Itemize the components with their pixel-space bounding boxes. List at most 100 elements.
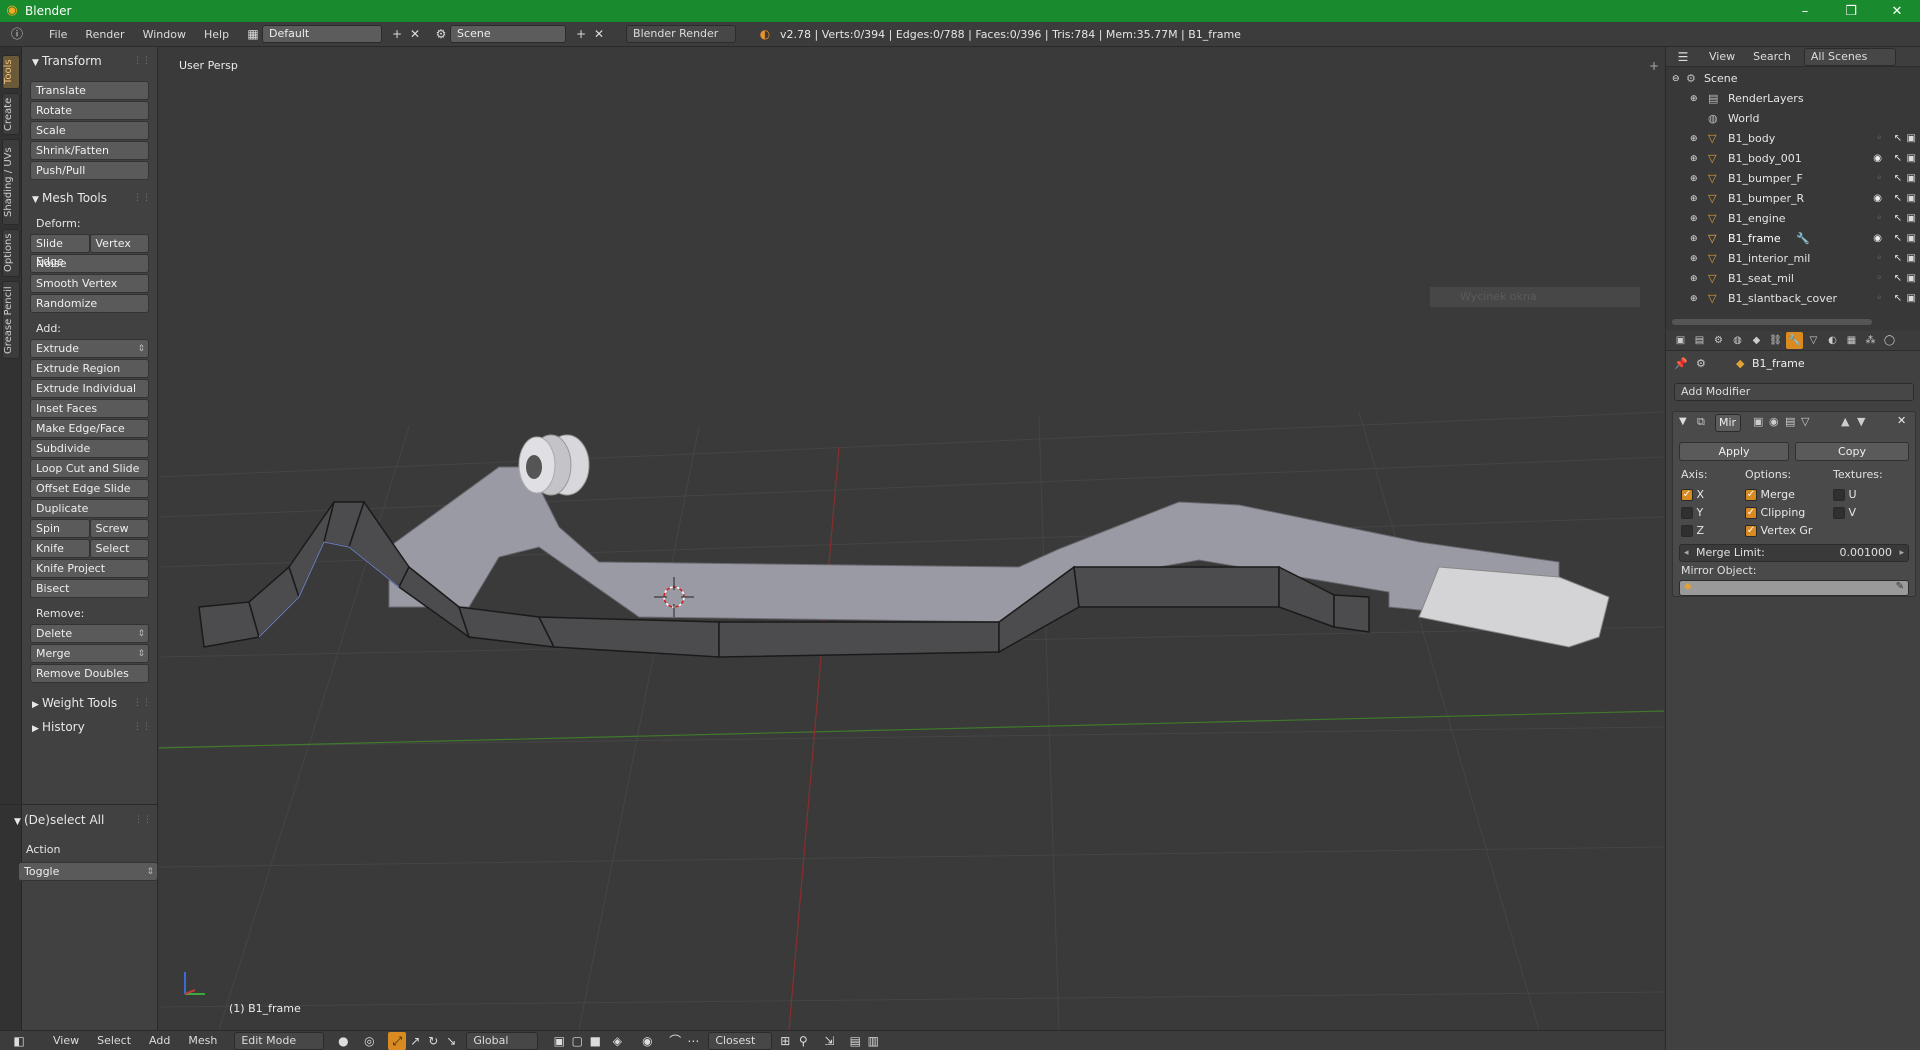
- menu-mesh[interactable]: Mesh: [179, 1034, 226, 1047]
- expand-icon[interactable]: ⊕: [1690, 169, 1698, 189]
- snap-project-icon[interactable]: ⚲: [794, 1032, 812, 1050]
- data-tab-icon[interactable]: ▽: [1805, 332, 1822, 349]
- render-engine-select[interactable]: Blender Render: [626, 25, 737, 43]
- layout-field[interactable]: Default: [262, 25, 383, 43]
- maximize-button[interactable]: ❐: [1828, 4, 1874, 19]
- particles-tab-icon[interactable]: ⁂: [1862, 332, 1879, 349]
- move-up-icon[interactable]: ▲: [1841, 415, 1849, 428]
- knife-button[interactable]: Knife: [30, 539, 90, 558]
- snap-target-select[interactable]: Closest: [708, 1031, 773, 1050]
- editmode-display-icon[interactable]: ▣: [1753, 415, 1763, 428]
- info-editor-icon[interactable]: ⓘ: [8, 25, 26, 43]
- scene-icon[interactable]: ⚙: [432, 25, 450, 43]
- snap-element-icon[interactable]: ⋯: [684, 1032, 702, 1050]
- snap-toggle-icon[interactable]: ⌒: [666, 1032, 684, 1050]
- outliner-row-b1-bumper-f[interactable]: ⊕ ▽ B1_bumper_F ◦ ↖ ▣: [1666, 169, 1920, 189]
- outliner-display-select[interactable]: All Scenes: [1803, 47, 1896, 66]
- menu-select[interactable]: Select: [88, 1034, 140, 1047]
- object-tab-icon[interactable]: ◆: [1748, 332, 1765, 349]
- remove-scene-icon[interactable]: ✕: [590, 25, 608, 43]
- merge-checkbox[interactable]: ✓ Merge: [1745, 486, 1795, 504]
- face-select-icon[interactable]: ■: [586, 1032, 604, 1050]
- outliner-row-b1-interior-mil[interactable]: ⊕ ▽ B1_interior_mil ◦ ↖ ▣: [1666, 249, 1920, 269]
- render-icon[interactable]: ▣: [1907, 149, 1916, 169]
- outliner-type-icon[interactable]: ☰: [1674, 48, 1692, 66]
- duplicate-button[interactable]: Duplicate: [30, 499, 149, 518]
- make-edge-face-button[interactable]: Make Edge/Face: [30, 419, 149, 438]
- pin-icon[interactable]: 📌: [1674, 357, 1688, 370]
- remove-modifier-icon[interactable]: ✕: [1897, 414, 1906, 427]
- merge-limit-field[interactable]: ◂ Merge Limit: 0.001000 ▸: [1679, 544, 1909, 562]
- outliner-scene-row[interactable]: ⊖ ⚙ Scene: [1666, 69, 1920, 89]
- remove-doubles-button[interactable]: Remove Doubles: [30, 664, 149, 683]
- shading-solid-icon[interactable]: ●: [334, 1032, 352, 1050]
- outliner-scrollbar[interactable]: [1672, 319, 1872, 325]
- pivot-point-icon[interactable]: ◎: [360, 1032, 378, 1050]
- delete-button[interactable]: Delete: [30, 624, 149, 643]
- offset-edge-slide-button[interactable]: Offset Edge Slide: [30, 479, 149, 498]
- decrement-icon[interactable]: ◂: [1684, 545, 1689, 561]
- axis-z-checkbox[interactable]: Z: [1681, 522, 1704, 540]
- rotate-manipulator-icon[interactable]: ↻: [424, 1032, 442, 1050]
- menu-file[interactable]: File: [40, 28, 76, 41]
- cursor-select-icon[interactable]: ↖: [1894, 149, 1902, 169]
- eye-icon[interactable]: ◉: [1873, 189, 1882, 209]
- extrude-individual-button[interactable]: Extrude Individual: [30, 379, 149, 398]
- constraints-tab-icon[interactable]: ⛓: [1767, 332, 1784, 349]
- edge-select-icon[interactable]: ▢: [568, 1032, 586, 1050]
- render-icon[interactable]: ▣: [1907, 189, 1916, 209]
- outliner-row-b1-frame[interactable]: ⊕ ▽ B1_frame 🔧 ◉ ↖ ▣: [1666, 229, 1920, 249]
- close-window-button[interactable]: ✕: [1874, 4, 1920, 19]
- mode-select[interactable]: Edit Mode: [234, 1031, 325, 1050]
- axis-y-checkbox[interactable]: Y: [1681, 504, 1703, 522]
- subdivide-button[interactable]: Subdivide: [30, 439, 149, 458]
- drag-grip-icon[interactable]: ⋮⋮: [133, 717, 151, 737]
- scale-manipulator-icon[interactable]: ↘: [442, 1032, 460, 1050]
- expand-icon[interactable]: ⊕: [1690, 229, 1698, 249]
- layers-tab-icon[interactable]: ▤: [1691, 332, 1708, 349]
- tab-options[interactable]: Options: [2, 229, 20, 277]
- scene-field[interactable]: Scene: [450, 25, 567, 43]
- eye-icon[interactable]: ◦: [1876, 169, 1882, 189]
- add-modifier-select[interactable]: Add Modifier: [1674, 383, 1914, 401]
- outliner-row-b1-bumper-r[interactable]: ⊕ ▽ B1_bumper_R ◉ ↖ ▣: [1666, 189, 1920, 209]
- viewport-expand-icon[interactable]: +: [1649, 59, 1659, 73]
- drag-grip-icon[interactable]: ⋮⋮: [134, 810, 152, 830]
- minimize-button[interactable]: –: [1782, 4, 1828, 19]
- drag-grip-icon[interactable]: ⋮⋮: [133, 188, 151, 208]
- outliner-row-b1-body-001[interactable]: ⊕ ▽ B1_body_001 ◉ ↖ ▣: [1666, 149, 1920, 169]
- orientation-select[interactable]: Global: [466, 1031, 539, 1050]
- history-panel-header[interactable]: ▶ History ⋮⋮: [22, 717, 157, 737]
- outliner-row-b1-seat-mil[interactable]: ⊕ ▽ B1_seat_mil ◦ ↖ ▣: [1666, 269, 1920, 289]
- proportional-edit-icon[interactable]: ◉: [638, 1032, 656, 1050]
- tab-tools[interactable]: Tools: [2, 55, 20, 89]
- copy-button[interactable]: Copy: [1795, 442, 1909, 461]
- noise-button[interactable]: Noise: [30, 254, 149, 273]
- expand-icon[interactable]: ⊕: [1690, 149, 1698, 169]
- drag-grip-icon[interactable]: ⋮⋮: [133, 693, 151, 713]
- cursor-select-icon[interactable]: ↖: [1894, 289, 1902, 309]
- push-pull-button[interactable]: Push/Pull: [30, 161, 149, 180]
- outliner-row-b1-engine[interactable]: ⊕ ▽ B1_engine ◦ ↖ ▣: [1666, 209, 1920, 229]
- clipping-checkbox[interactable]: ✓ Clipping: [1745, 504, 1805, 522]
- render-icon[interactable]: ▣: [1907, 169, 1916, 189]
- eye-icon[interactable]: ◦: [1876, 269, 1882, 289]
- eye-icon[interactable]: ◦: [1876, 289, 1882, 309]
- knife-project-button[interactable]: Knife Project: [30, 559, 149, 578]
- cursor-select-icon[interactable]: ↖: [1894, 269, 1902, 289]
- outliner-row-renderlayers[interactable]: ⊕ ▤ RenderLayers: [1666, 89, 1920, 109]
- collapse-icon[interactable]: ⊖: [1672, 69, 1680, 89]
- texture-u-checkbox[interactable]: U: [1833, 486, 1857, 504]
- cursor-select-icon[interactable]: ↖: [1894, 169, 1902, 189]
- tab-shading-uvs[interactable]: Shading / UVs: [2, 139, 20, 225]
- smooth-vertex-button[interactable]: Smooth Vertex: [30, 274, 149, 293]
- apply-button[interactable]: Apply: [1679, 442, 1789, 461]
- expand-icon[interactable]: ⊕: [1690, 269, 1698, 289]
- menu-render[interactable]: Render: [76, 28, 133, 41]
- outliner-row-b1-body[interactable]: ⊕ ▽ B1_body ◦ ↖ ▣: [1666, 129, 1920, 149]
- vertex-select-icon[interactable]: ▣: [550, 1032, 568, 1050]
- outliner-search-menu[interactable]: Search: [1744, 50, 1800, 63]
- eye-icon[interactable]: ◦: [1876, 129, 1882, 149]
- menu-help[interactable]: Help: [195, 28, 238, 41]
- menu-window[interactable]: Window: [134, 28, 195, 41]
